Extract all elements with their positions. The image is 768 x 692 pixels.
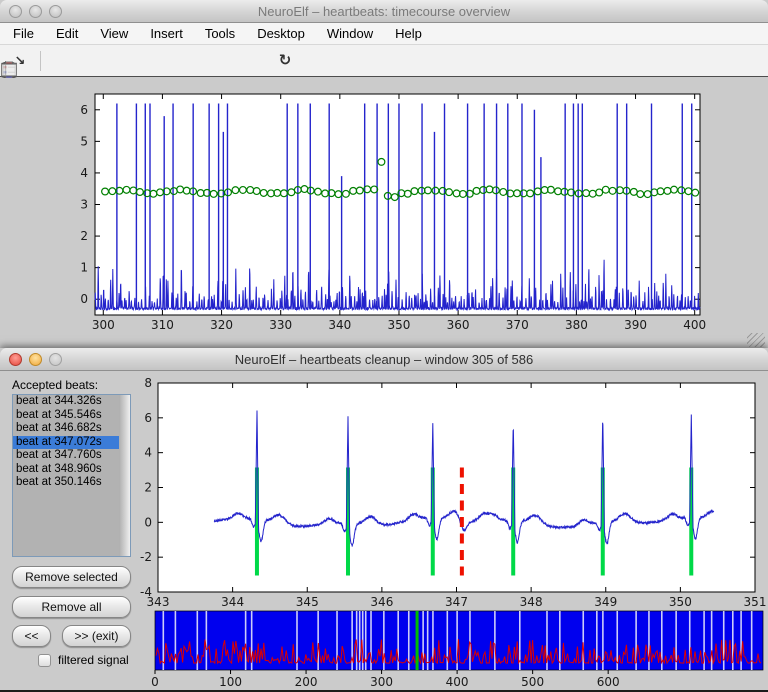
svg-text:330: 330 — [269, 318, 292, 332]
svg-text:8: 8 — [144, 376, 152, 390]
svg-text:6: 6 — [144, 411, 152, 425]
svg-text:400: 400 — [446, 675, 469, 689]
toolbar: ↘↻ — [0, 45, 768, 77]
toolbar-button-new-document[interactable] — [49, 49, 73, 73]
svg-text:390: 390 — [624, 318, 647, 332]
svg-text:1: 1 — [80, 261, 88, 275]
resize-grip[interactable] — [747, 333, 765, 347]
menu-help[interactable]: Help — [384, 24, 433, 43]
svg-text:351: 351 — [744, 595, 767, 609]
svg-text:344: 344 — [221, 595, 244, 609]
toolbar-button-rotate-3d[interactable]: ↻ — [273, 49, 297, 73]
screen: NeuroElf – heartbeats: timecourse overvi… — [0, 0, 768, 692]
svg-text:400: 400 — [683, 318, 706, 332]
svg-text:300: 300 — [92, 318, 115, 332]
toolbar-button-zoom-out[interactable] — [217, 49, 241, 73]
svg-text:320: 320 — [210, 318, 233, 332]
svg-text:345: 345 — [296, 595, 319, 609]
overview-plot[interactable]: 300 310 320 330 340 350 360 370 380 390 400 0 1 2 3 4 5 6 — [0, 78, 768, 352]
toolbar-button-disabled-square — [385, 49, 409, 73]
menu-insert[interactable]: Insert — [139, 24, 194, 43]
svg-text:6: 6 — [80, 103, 88, 117]
svg-text:100: 100 — [219, 675, 242, 689]
menu-tools[interactable]: Tools — [194, 24, 246, 43]
svg-text:-2: -2 — [140, 550, 152, 564]
toolbar-button-pan[interactable] — [245, 49, 269, 73]
window-title: NeuroElf – heartbeats cleanup – window 3… — [0, 352, 768, 367]
toolbar-button-save[interactable] — [105, 49, 129, 73]
toolbar-button-disabled-rect — [413, 49, 437, 73]
toolbar-separator — [40, 51, 41, 71]
svg-text:4: 4 — [80, 166, 88, 180]
cleanup-content: Accepted beats: beat at 344.326sbeat at … — [0, 372, 768, 692]
svg-text:348: 348 — [520, 595, 543, 609]
svg-text:346: 346 — [370, 595, 393, 609]
toolbar-button-pointer[interactable] — [161, 49, 185, 73]
window-title: NeuroElf – heartbeats: timecourse overvi… — [0, 4, 768, 19]
svg-text:500: 500 — [521, 675, 544, 689]
svg-text:600: 600 — [597, 675, 620, 689]
svg-text:-4: -4 — [140, 585, 152, 599]
svg-text:370: 370 — [506, 318, 529, 332]
window-heartbeats-cleanup: NeuroElf – heartbeats cleanup – window 3… — [0, 348, 768, 692]
svg-text:4: 4 — [144, 446, 152, 460]
svg-text:3: 3 — [80, 198, 88, 212]
svg-text:200: 200 — [295, 675, 318, 689]
toolbar-button-data-cursor[interactable] — [301, 49, 325, 73]
overview-axes — [95, 94, 700, 315]
menu-bar: FileEditViewInsertToolsDesktopWindowHelp — [0, 23, 768, 45]
ecg-axes — [158, 383, 755, 592]
menu-window[interactable]: Window — [316, 24, 384, 43]
svg-text:347: 347 — [445, 595, 468, 609]
svg-text:360: 360 — [447, 318, 470, 332]
svg-text:300: 300 — [370, 675, 393, 689]
svg-text:350: 350 — [388, 318, 411, 332]
svg-text:2: 2 — [144, 481, 152, 495]
menu-edit[interactable]: Edit — [45, 24, 89, 43]
svg-text:350: 350 — [669, 595, 692, 609]
svg-text:0: 0 — [151, 675, 159, 689]
cleanup-plots[interactable]: 343344345346347348349350351-4-2024680100… — [0, 372, 768, 692]
menu-view[interactable]: View — [89, 24, 139, 43]
svg-text:0: 0 — [144, 515, 152, 529]
svg-text:340: 340 — [328, 318, 351, 332]
svg-text:380: 380 — [565, 318, 588, 332]
svg-text:5: 5 — [80, 134, 88, 148]
toolbar-button-open-folder[interactable] — [77, 49, 101, 73]
toolbar-button-legend[interactable] — [357, 49, 381, 73]
titlebar-overview[interactable]: NeuroElf – heartbeats: timecourse overvi… — [0, 0, 768, 23]
toolbar-button-colorbar[interactable] — [329, 49, 353, 73]
svg-text:349: 349 — [594, 595, 617, 609]
toolbar-button-print[interactable] — [133, 49, 157, 73]
svg-text:2: 2 — [80, 229, 88, 243]
window-timecourse-overview: NeuroElf – heartbeats: timecourse overvi… — [0, 0, 768, 352]
toolbar-button-zoom-in[interactable] — [189, 49, 213, 73]
svg-text:310: 310 — [151, 318, 174, 332]
svg-text:0: 0 — [80, 292, 88, 306]
menu-desktop[interactable]: Desktop — [246, 24, 316, 43]
menu-file[interactable]: File — [2, 24, 45, 43]
titlebar-cleanup[interactable]: NeuroElf – heartbeats cleanup – window 3… — [0, 348, 768, 371]
rotate-3d-icon: ↻ — [279, 51, 292, 70]
